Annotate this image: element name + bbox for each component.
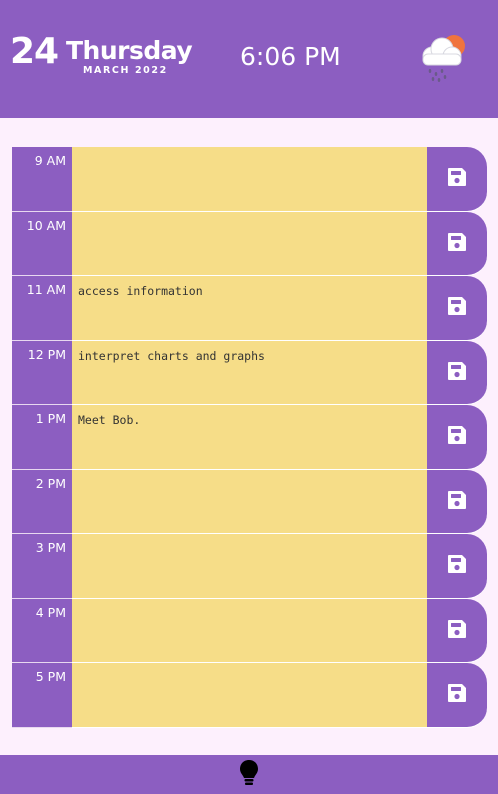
task-input[interactable] <box>72 469 427 534</box>
task-input[interactable]: interpret charts and graphs <box>72 340 427 405</box>
weekday: Thursday <box>66 36 193 65</box>
floppy-disk-icon <box>445 359 469 386</box>
task-input[interactable]: access information <box>72 276 427 341</box>
cloud-rain-sun-icon <box>414 32 470 88</box>
time-block-row: 10 AM <box>12 211 487 276</box>
floppy-disk-icon <box>445 552 469 579</box>
floppy-disk-icon <box>445 617 469 644</box>
task-input[interactable] <box>72 211 427 276</box>
save-button[interactable] <box>427 598 487 663</box>
save-button[interactable] <box>427 534 487 599</box>
task-input[interactable] <box>72 534 427 599</box>
hour-label: 5 PM <box>12 663 72 728</box>
task-input[interactable] <box>72 663 427 728</box>
day-number: 24 <box>10 31 59 72</box>
floppy-disk-icon <box>445 165 469 192</box>
hour-label: 2 PM <box>12 469 72 534</box>
time-block-row: 3 PM <box>12 534 487 599</box>
floppy-disk-icon <box>445 423 469 450</box>
floppy-disk-icon <box>445 294 469 321</box>
floppy-disk-icon <box>445 681 469 708</box>
task-input[interactable] <box>72 147 427 212</box>
floppy-disk-icon <box>445 488 469 515</box>
time-block-row: 2 PM <box>12 469 487 534</box>
hour-label: 4 PM <box>12 598 72 663</box>
save-button[interactable] <box>427 469 487 534</box>
hour-label: 10 AM <box>12 211 72 276</box>
floppy-disk-icon <box>445 230 469 257</box>
hour-label: 11 AM <box>12 276 72 341</box>
time-block-row: 12 PM interpret charts and graphs <box>12 340 487 405</box>
task-input[interactable]: Meet Bob. <box>72 405 427 470</box>
save-button[interactable] <box>427 340 487 405</box>
time-block-row: 1 PM Meet Bob. <box>12 405 487 470</box>
current-time: 6:06 PM <box>240 42 341 71</box>
hour-label: 1 PM <box>12 405 72 470</box>
hour-label: 9 AM <box>12 147 72 212</box>
hour-label: 12 PM <box>12 340 72 405</box>
save-button[interactable] <box>427 276 487 341</box>
footer <box>0 755 498 794</box>
save-button[interactable] <box>427 211 487 276</box>
hour-label: 3 PM <box>12 534 72 599</box>
header: 24 Thursday MARCH 2022 6:06 PM <box>0 0 498 118</box>
save-button[interactable] <box>427 405 487 470</box>
time-block-row: 11 AM access information <box>12 276 487 341</box>
time-block-row: 9 AM <box>12 147 487 212</box>
task-input[interactable] <box>72 598 427 663</box>
lightbulb-icon <box>239 759 259 791</box>
save-button[interactable] <box>427 147 487 212</box>
time-block-row: 4 PM <box>12 598 487 663</box>
month-year: MARCH 2022 <box>83 65 168 76</box>
save-button[interactable] <box>427 663 487 728</box>
planner: 9 AM 10 AM 11 AM access information 12 PM int… <box>12 147 487 728</box>
time-block-row: 5 PM <box>12 663 487 728</box>
